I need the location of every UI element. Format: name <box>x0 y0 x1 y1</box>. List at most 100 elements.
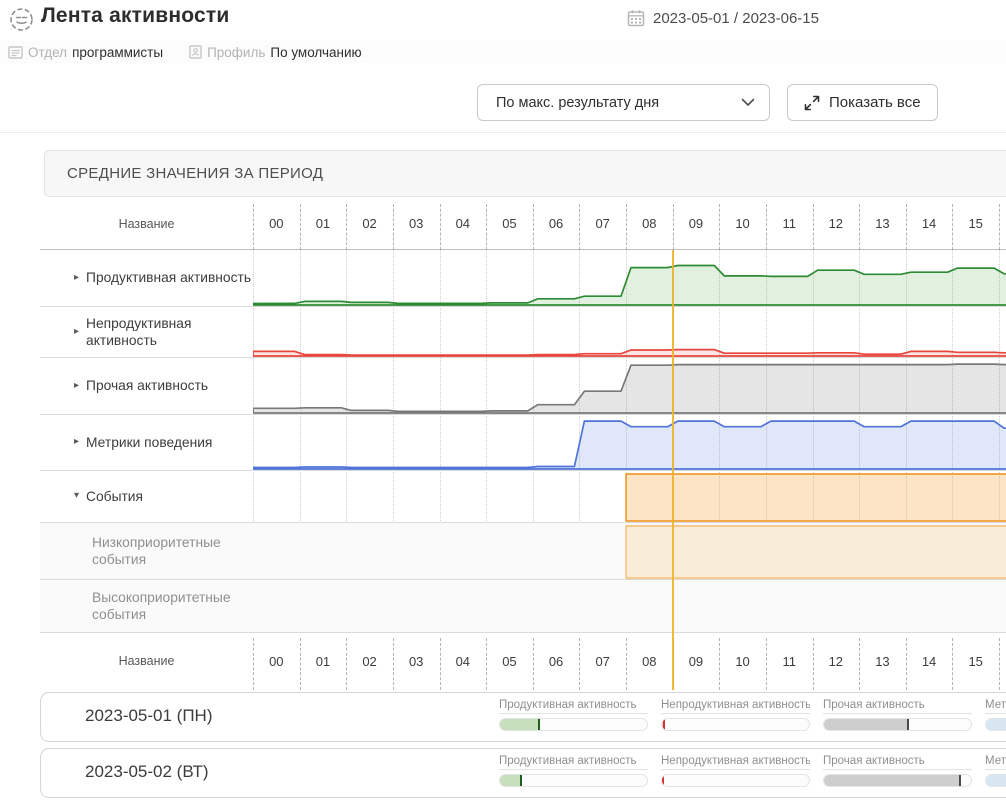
metric-label: Метрики поведения <box>985 699 1006 714</box>
hour-scale-bottom: Название 0001020304050607080910111213141… <box>40 633 1006 690</box>
row-productive-label[interactable]: ▸Продуктивная активность <box>40 250 253 306</box>
hour-label: 11 <box>766 199 813 249</box>
area-series-low_events <box>253 523 1006 579</box>
date-range-picker[interactable]: 2023-05-01 / 2023-06-15 <box>627 9 819 27</box>
hour-label: 13 <box>859 633 906 690</box>
expand-icon <box>804 95 820 111</box>
hour-label: 02 <box>346 199 393 249</box>
metric-group: Продуктивная активность <box>499 755 648 787</box>
metric-group: Метрики поведения <box>985 755 1006 787</box>
row-high-priority-events: Высокоприоритетные события <box>40 580 1006 633</box>
hour-label: 05 <box>486 199 533 249</box>
hour-label: 12 <box>813 199 860 249</box>
row-behavior: ▸Метрики поведения <box>40 415 1006 471</box>
row-low-priority-events-label: Низкоприоритетные события <box>40 523 253 579</box>
chart-high-priority-events <box>253 580 1006 632</box>
metric-progress-fill <box>986 775 1006 786</box>
metric-group: Непродуктивная активность <box>661 699 810 731</box>
day-date: 2023-05-02 (ВТ) <box>85 762 209 782</box>
row-other: ▸Прочая активность <box>40 358 1006 415</box>
metric-group: Прочая активность <box>823 755 972 787</box>
profile-icon <box>189 45 202 59</box>
hour-label: 14 <box>906 199 953 249</box>
department-filter[interactable]: Отдел программисты <box>8 45 163 60</box>
profile-filter[interactable]: Профиль По умолчанию <box>189 45 362 60</box>
chart-productive <box>253 250 1006 306</box>
sort-mode-dropdown[interactable]: По макс. результату дня <box>477 84 770 121</box>
show-all-label: Показать все <box>829 94 921 111</box>
hour-label: 08 <box>626 199 673 249</box>
hour-label: 05 <box>486 633 533 690</box>
hour-label: 04 <box>440 199 487 249</box>
hour-label: 03 <box>393 199 440 249</box>
row-other-label[interactable]: ▸Прочая активность <box>40 358 253 414</box>
page-title: Лента активности <box>41 4 230 28</box>
hour-label: 12 <box>813 633 860 690</box>
activity-feed-icon <box>9 7 34 32</box>
hour-label: 11 <box>766 633 813 690</box>
metric-label: Продуктивная активность <box>499 699 648 714</box>
sort-mode-value: По макс. результату дня <box>496 95 659 111</box>
timeline-grid: Название 0001020304050607080910111213141… <box>40 199 1006 690</box>
hour-label: 01 <box>300 199 347 249</box>
metric-progress-fill <box>662 719 665 730</box>
expand-triangle-icon: ▸ <box>74 436 79 449</box>
metric-progress-bar <box>499 718 648 731</box>
hour-label: 14 <box>906 633 953 690</box>
metric-progress-fill <box>500 719 540 730</box>
hour-label: 09 <box>673 633 720 690</box>
row-high-priority-events-label: Высокоприоритетные события <box>40 580 253 632</box>
day-metrics: Продуктивная активность Непродуктивная ак… <box>499 755 1006 787</box>
row-behavior-label[interactable]: ▸Метрики поведения <box>40 415 253 470</box>
name-column-header: Название <box>40 199 253 249</box>
row-events: ▾События <box>40 471 1006 523</box>
hour-label: 04 <box>440 633 487 690</box>
hour-label: 10 <box>719 199 766 249</box>
metric-progress-fill <box>986 719 1006 730</box>
day-card-2023-05-01[interactable]: 2023-05-01 (ПН) Продуктивная активностьН… <box>40 692 1006 742</box>
show-all-button[interactable]: Показать все <box>787 84 938 121</box>
hour-label: 00 <box>253 199 300 249</box>
chevron-down-icon <box>741 98 755 107</box>
department-icon <box>8 46 23 59</box>
chart-low-priority-events <box>253 523 1006 579</box>
metric-progress-bar <box>661 718 810 731</box>
area-series-events <box>253 471 1006 522</box>
metric-label: Продуктивная активность <box>499 755 648 770</box>
hour-label: 10 <box>719 633 766 690</box>
metric-label: Прочая активность <box>823 699 972 714</box>
hour-label: 02 <box>346 633 393 690</box>
metric-label: Непродуктивная активность <box>661 699 810 714</box>
metric-progress-bar <box>985 718 1006 731</box>
profile-value: По умолчанию <box>270 45 361 60</box>
hour-label: 07 <box>579 199 626 249</box>
metric-group: Метрики поведения <box>985 699 1006 731</box>
metric-progress-bar <box>823 718 972 731</box>
metric-label: Прочая активность <box>823 755 972 770</box>
expand-triangle-icon: ▸ <box>74 272 79 285</box>
metric-progress-bar <box>661 774 810 787</box>
metric-label: Метрики поведения <box>985 755 1006 770</box>
metric-progress-fill <box>500 775 522 786</box>
calendar-icon <box>627 9 645 27</box>
metric-label: Непродуктивная активность <box>661 755 810 770</box>
chart-behavior <box>253 415 1006 470</box>
area-series-productive <box>253 250 1006 306</box>
header: Лента активности 2023-05-01 / 2023-06-15 <box>0 0 1006 40</box>
metric-group: Прочая активность <box>823 699 972 731</box>
area-series-unproductive <box>253 307 1006 357</box>
panel-title: СРЕДНИЕ ЗНАЧЕНИЯ ЗА ПЕРИОД <box>44 150 1006 197</box>
department-value: программисты <box>72 45 163 60</box>
expand-triangle-icon: ▸ <box>74 326 79 339</box>
profile-label: Профиль <box>207 45 265 60</box>
name-column-footer: Название <box>40 633 253 690</box>
row-unproductive-label[interactable]: ▸Непродуктивная активность <box>40 307 253 357</box>
hour-label: 09 <box>673 199 720 249</box>
metric-group: Продуктивная активность <box>499 699 648 731</box>
area-series-other <box>253 358 1006 414</box>
row-events-label[interactable]: ▾События <box>40 471 253 522</box>
day-metrics: Продуктивная активность Непродуктивная ак… <box>499 699 1006 731</box>
metric-progress-bar <box>499 774 648 787</box>
metric-group: Непродуктивная активность <box>661 755 810 787</box>
day-card-2023-05-02[interactable]: 2023-05-02 (ВТ) Продуктивная активность Н… <box>40 748 1006 798</box>
